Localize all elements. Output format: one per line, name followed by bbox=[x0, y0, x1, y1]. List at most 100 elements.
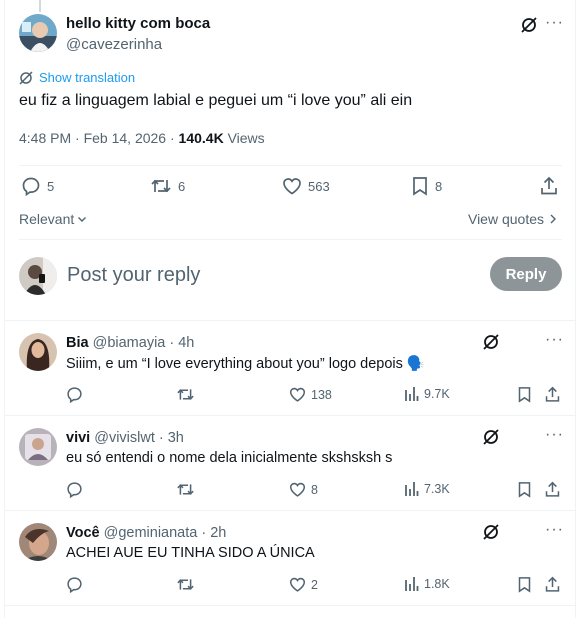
show-translation-link[interactable]: Show translation bbox=[19, 70, 135, 85]
reply-author-name[interactable]: Bia bbox=[66, 335, 89, 351]
reply-icon bbox=[67, 482, 82, 498]
bookmark-button[interactable]: 8 bbox=[411, 176, 442, 196]
reply-item[interactable]: vivi @vivislwt · 3h ··· eu só entendi o … bbox=[19, 416, 564, 508]
repost-button[interactable] bbox=[176, 576, 195, 593]
share-icon bbox=[545, 481, 560, 497]
bookmark-icon bbox=[518, 387, 531, 403]
like-button[interactable]: 563 bbox=[282, 176, 330, 196]
reply-avatar[interactable] bbox=[19, 523, 57, 561]
analytics-icon bbox=[405, 577, 419, 591]
reply-icon bbox=[22, 177, 40, 196]
repost-count: 6 bbox=[178, 178, 186, 194]
views-count: 1.8K bbox=[424, 577, 450, 591]
views-count: 7.3K bbox=[424, 482, 450, 496]
reply-actions: 2 1.8K bbox=[66, 576, 562, 596]
analytics-icon bbox=[405, 387, 419, 401]
share-icon bbox=[545, 386, 560, 402]
reply-button[interactable] bbox=[66, 576, 83, 593]
reply-button[interactable]: 5 bbox=[21, 176, 54, 196]
like-count: 563 bbox=[308, 178, 330, 194]
post-views-label: Views bbox=[223, 130, 265, 146]
reply-author-handle[interactable]: @biamayia bbox=[93, 335, 166, 351]
reply-item[interactable]: Bia @biamayia · 4h ··· Siiim, e um “I lo… bbox=[19, 321, 564, 413]
view-quotes-link[interactable]: View quotes bbox=[468, 211, 558, 227]
reply-button[interactable] bbox=[66, 386, 83, 403]
author-name[interactable]: hello kitty com boca bbox=[66, 15, 210, 32]
bookmark-button[interactable] bbox=[517, 386, 532, 403]
bookmark-icon bbox=[518, 482, 531, 498]
share-button[interactable] bbox=[544, 481, 561, 498]
reply-avatar[interactable] bbox=[19, 428, 57, 466]
reply-author-handle[interactable]: @vivislwt bbox=[94, 430, 155, 446]
like-button[interactable]: 8 bbox=[289, 481, 318, 498]
show-translation-label: Show translation bbox=[39, 70, 136, 85]
heart-icon bbox=[289, 482, 306, 497]
reply-submit-button[interactable]: Reply bbox=[490, 257, 562, 291]
more-options-icon[interactable]: ··· bbox=[545, 14, 564, 32]
author-avatar[interactable] bbox=[19, 14, 57, 52]
reply-header: vivi @vivislwt · 3h bbox=[66, 430, 184, 446]
grok-icon[interactable] bbox=[482, 523, 500, 541]
reply-author-handle[interactable]: @geminianata bbox=[104, 525, 198, 541]
repost-button[interactable] bbox=[176, 481, 195, 498]
divider bbox=[19, 165, 562, 166]
translate-icon bbox=[19, 70, 33, 85]
reply-time[interactable]: · 3h bbox=[159, 430, 184, 446]
repost-button[interactable]: 6 bbox=[150, 176, 185, 196]
chevron-down-icon bbox=[78, 217, 87, 222]
repost-button[interactable] bbox=[176, 386, 195, 403]
like-button[interactable]: 138 bbox=[289, 386, 332, 403]
divider bbox=[19, 239, 562, 240]
more-options-icon[interactable]: ··· bbox=[545, 331, 564, 349]
reply-item[interactable]: Você @geminianata · 2h ··· ACHEI AUE EU … bbox=[19, 511, 564, 603]
share-button[interactable] bbox=[544, 386, 561, 403]
heart-icon bbox=[289, 387, 306, 402]
post-views-count: 140.4K bbox=[178, 130, 224, 146]
more-options-icon[interactable]: ··· bbox=[545, 521, 564, 539]
reply-button[interactable] bbox=[66, 481, 83, 498]
reply-header: Bia @biamayia · 4h bbox=[66, 335, 194, 351]
reply-text: ACHEI AUE EU TINHA SIDO A ÚNICA bbox=[66, 545, 315, 561]
views-button[interactable]: 9.7K bbox=[404, 386, 450, 402]
grok-icon[interactable] bbox=[482, 428, 500, 446]
reply-author-name[interactable]: vivi bbox=[66, 430, 90, 446]
reply-count: 5 bbox=[47, 178, 55, 194]
repost-icon bbox=[177, 389, 194, 400]
like-button[interactable]: 2 bbox=[289, 576, 318, 593]
grok-icon[interactable] bbox=[520, 16, 538, 34]
heart-icon bbox=[289, 577, 306, 592]
bookmark-icon bbox=[518, 577, 531, 593]
like-count: 138 bbox=[311, 387, 332, 402]
post-header: hello kitty com boca @cavezerinha bbox=[19, 14, 210, 53]
views-button[interactable]: 1.8K bbox=[404, 576, 450, 592]
like-count: 8 bbox=[311, 482, 318, 497]
post-timestamp[interactable]: 4:48 PM · Feb 14, 2026 · bbox=[19, 130, 179, 146]
reply-avatar[interactable] bbox=[19, 333, 57, 371]
chevron-right-icon bbox=[550, 214, 556, 224]
reply-time[interactable]: · 2h bbox=[201, 525, 226, 541]
more-options-icon[interactable]: ··· bbox=[545, 426, 564, 444]
author-handle[interactable]: @cavezerinha bbox=[66, 36, 210, 53]
grok-icon[interactable] bbox=[482, 333, 500, 351]
share-button[interactable] bbox=[539, 176, 559, 196]
reply-icon bbox=[67, 577, 82, 593]
repost-icon bbox=[177, 579, 194, 590]
share-button[interactable] bbox=[544, 576, 561, 593]
reply-author-name[interactable]: Você bbox=[66, 525, 100, 541]
post-meta: 4:48 PM · Feb 14, 2026 · 140.4K Views bbox=[19, 130, 265, 146]
repost-icon bbox=[177, 484, 194, 495]
bookmark-icon bbox=[413, 177, 427, 196]
reply-input[interactable]: Post your reply bbox=[67, 264, 200, 287]
relevant-label: Relevant bbox=[19, 211, 75, 227]
post-actions: 5 6 563 8 bbox=[19, 176, 562, 202]
reply-time[interactable]: · 4h bbox=[169, 335, 194, 351]
thread-connector-line bbox=[39, 0, 41, 12]
relevant-dropdown[interactable]: Relevant bbox=[19, 211, 88, 227]
bookmark-button[interactable] bbox=[517, 481, 532, 498]
divider bbox=[4, 605, 576, 606]
analytics-icon bbox=[405, 482, 419, 496]
reply-icon bbox=[67, 387, 82, 403]
views-button[interactable]: 7.3K bbox=[404, 481, 450, 497]
current-user-avatar[interactable] bbox=[19, 257, 57, 295]
bookmark-button[interactable] bbox=[517, 576, 532, 593]
